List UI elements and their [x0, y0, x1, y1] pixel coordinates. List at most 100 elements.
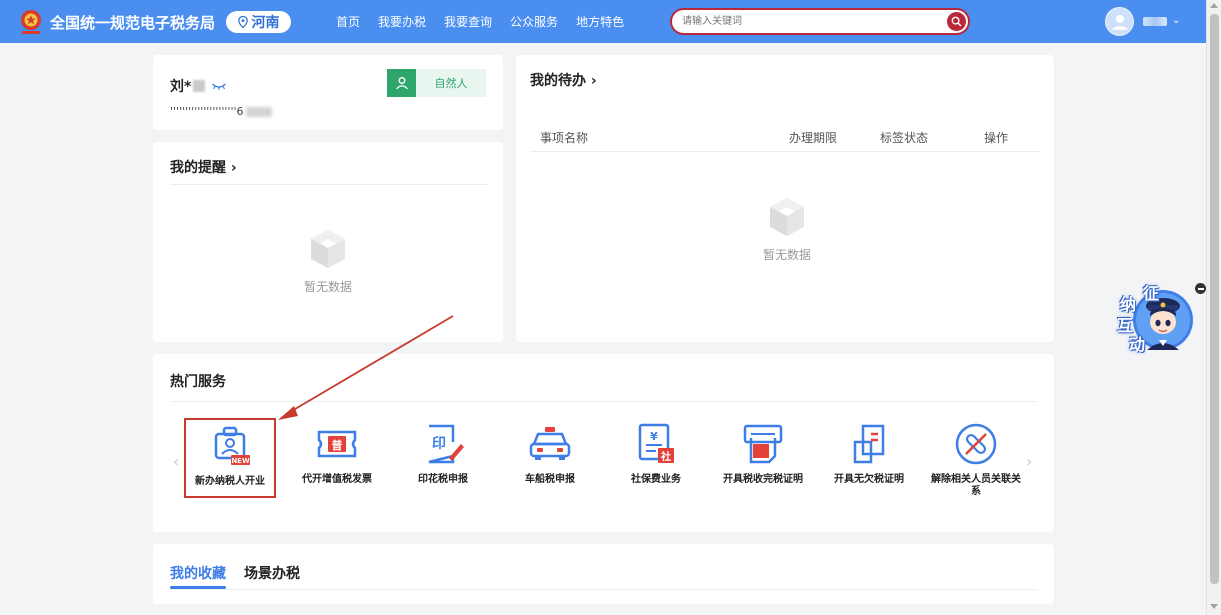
empty-box-icon	[311, 230, 345, 268]
service-social-security[interactable]: ¥ 社 社保费业务	[610, 418, 702, 498]
tax-emblem-icon[interactable]	[16, 7, 46, 37]
invoice-badge-text: 普	[332, 438, 343, 452]
chevron-right-icon: ›	[226, 160, 237, 176]
nav-item-query[interactable]: 我要查询	[444, 13, 492, 30]
favorites-card: 我的收藏 场景办税	[153, 544, 1054, 604]
service-new-taxpayer[interactable]: NEW 新办纳税人开业	[184, 418, 276, 498]
main-nav: 首页 我要办税 我要查询 公众服务 地方特色	[336, 13, 642, 30]
stamp-duty-icon: 印	[428, 424, 464, 464]
person-icon	[387, 69, 416, 97]
svg-text:社: 社	[660, 450, 671, 463]
tab-my-favorites[interactable]: 我的收藏	[170, 563, 226, 583]
todo-card: 我的待办 › 事项名称 办理期限 标签状态 操作 暂无数据	[516, 55, 1054, 342]
location-pin-icon	[237, 16, 248, 28]
service-label: 印花税申报	[418, 474, 468, 485]
column-tag-status: 标签状态	[880, 131, 929, 145]
no-arrears-certificate-icon	[853, 424, 885, 464]
active-tab-indicator	[170, 586, 226, 589]
new-badge-text: NEW	[231, 457, 250, 465]
profile-card: 刘* ''''''''''''''''''''''6 自然人	[153, 55, 503, 130]
region-selector[interactable]: 河南	[226, 11, 291, 33]
hot-services-card: 热门服务 ‹ › NEW 新办纳税人开业 普 代开增值税发票 印 印花税申报 车…	[153, 354, 1054, 532]
search-icon	[951, 16, 962, 27]
service-no-arrears-certificate[interactable]: 开具无欠税证明	[823, 418, 915, 498]
service-unlink-relation[interactable]: 解除相关人员关联关系	[930, 418, 1022, 498]
reminders-empty-state: 暂无数据	[288, 228, 368, 295]
stamp-badge-text: 印	[432, 435, 446, 452]
identity-label: 自然人	[416, 69, 486, 97]
nav-item-home[interactable]: 首页	[336, 13, 360, 30]
service-label: 新办纳税人开业	[195, 476, 265, 487]
page-scrollbar[interactable]	[1206, 0, 1221, 615]
profile-tax-id-row: ''''''''''''''''''''''6	[170, 105, 272, 118]
vehicle-tax-icon	[529, 427, 571, 460]
chevron-down-icon[interactable]: ⌄	[1172, 15, 1180, 26]
scroll-thumb[interactable]	[1210, 14, 1219, 584]
widget-close-button[interactable]	[1195, 283, 1206, 294]
profile-name: 刘*	[170, 79, 192, 95]
scroll-down-arrow[interactable]	[1210, 604, 1218, 609]
svg-text:¥: ¥	[650, 430, 658, 443]
nav-item-do-tax[interactable]: 我要办税	[378, 13, 426, 30]
todo-table-header: 事项名称 办理期限 标签状态 操作	[530, 121, 1040, 151]
hot-services-title: 热门服务	[170, 374, 226, 390]
user-avatar-icon	[1112, 14, 1127, 30]
todo-divider	[530, 151, 1040, 152]
column-actions: 操作	[984, 131, 1009, 145]
empty-box-icon	[770, 198, 804, 236]
minus-icon	[1197, 287, 1204, 290]
identity-badge[interactable]: 自然人	[387, 69, 486, 97]
column-deadline: 办理期限	[789, 131, 838, 145]
widget-char-dong: 动	[1129, 335, 1146, 354]
search-button[interactable]	[947, 12, 966, 31]
service-stamp-duty[interactable]: 印 印花税申报	[397, 418, 489, 498]
service-vehicle-tax[interactable]: 车船税申报	[504, 418, 596, 498]
username-blurred[interactable]	[1143, 17, 1167, 26]
service-label: 车船税申报	[525, 474, 575, 485]
hot-services-divider	[170, 401, 1038, 402]
service-tax-payment-certificate[interactable]: 开具税收完税证明	[717, 418, 809, 498]
invoice-ticket-icon: 普	[317, 430, 357, 458]
service-label: 代开增值税发票	[302, 474, 372, 485]
carousel-prev-arrow[interactable]: ‹	[173, 452, 179, 471]
chevron-right-icon: ›	[586, 73, 597, 89]
search-input[interactable]	[682, 13, 932, 30]
new-taxpayer-icon: NEW	[214, 426, 250, 465]
name-mask	[193, 80, 206, 92]
reminders-divider	[170, 184, 488, 185]
top-header: 全国统一规范电子税务局 河南 首页 我要办税 我要查询 公众服务 地方特色 ⌄	[0, 0, 1206, 43]
tab-scenario-tax[interactable]: 场景办税	[244, 563, 300, 583]
scroll-up-arrow[interactable]	[1210, 3, 1218, 8]
reminders-card: 我的提醒 › 暂无数据	[153, 142, 503, 342]
service-label: 开具无欠税证明	[834, 474, 904, 485]
nav-item-local-features[interactable]: 地方特色	[576, 13, 624, 30]
reminders-title-text: 我的提醒	[170, 160, 226, 176]
search-box	[670, 8, 970, 35]
profile-tax-id: ''''''''''''''''''''''6	[170, 105, 244, 118]
profile-name-row: 刘*	[170, 76, 227, 96]
nav-item-public-service[interactable]: 公众服务	[510, 13, 558, 30]
unlink-relation-icon	[955, 423, 997, 465]
tax-id-mask	[245, 106, 272, 117]
tax-payment-certificate-icon	[743, 424, 783, 464]
site-title[interactable]: 全国统一规范电子税务局	[50, 12, 215, 33]
avatar[interactable]	[1105, 7, 1134, 36]
todo-title-text: 我的待办	[530, 73, 586, 89]
widget-char-zheng: 征	[1143, 284, 1160, 303]
column-item-name: 事项名称	[540, 131, 589, 145]
service-label: 解除相关人员关联关系	[931, 474, 1021, 497]
region-name: 河南	[251, 15, 280, 31]
todo-title[interactable]: 我的待办 ›	[530, 70, 597, 90]
todo-empty-state: 暂无数据	[747, 196, 827, 263]
reminders-empty-text: 暂无数据	[303, 280, 352, 294]
service-label: 社保费业务	[631, 474, 681, 485]
service-vat-invoice[interactable]: 普 代开增值税发票	[291, 418, 383, 498]
eye-closed-icon[interactable]	[211, 81, 227, 91]
todo-empty-text: 暂无数据	[762, 248, 811, 262]
favorites-divider	[170, 589, 1038, 590]
reminders-title[interactable]: 我的提醒 ›	[170, 157, 237, 177]
social-security-icon: ¥ 社	[638, 423, 674, 463]
service-label: 开具税收完税证明	[723, 474, 803, 485]
tax-interaction-widget[interactable]: 征 纳 互 动	[1113, 280, 1195, 356]
carousel-next-arrow[interactable]: ›	[1026, 452, 1032, 471]
